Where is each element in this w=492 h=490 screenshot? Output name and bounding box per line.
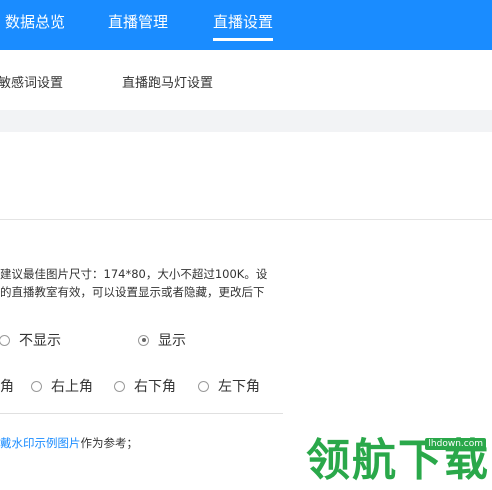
example-suffix: 作为参考； <box>80 436 139 450</box>
position-radio-group: 角 右上角 右下角 左下角 <box>0 375 492 397</box>
radio-option-label: 角 <box>0 379 14 395</box>
radio-option-label: 左下角 <box>218 379 260 395</box>
radio-option-label: 不显示 <box>19 333 61 349</box>
site-watermark-logo: 领航下载 lhdown.com <box>306 432 492 490</box>
radio-option-show[interactable]: 显示 <box>138 329 186 351</box>
radio-unchecked-icon[interactable] <box>198 380 209 392</box>
section-band <box>0 110 492 132</box>
tab-live-management[interactable]: 直播管理 <box>108 11 168 32</box>
subtab-sensitive-words[interactable]: 敏感词设置 <box>0 72 63 91</box>
radio-option-bottom-right[interactable]: 右下角 <box>114 375 176 397</box>
watermark-domain: lhdown.com <box>425 438 486 450</box>
display-radio-group: 不显示 显示 <box>0 329 492 351</box>
section-divider <box>0 219 492 220</box>
tab-live-settings[interactable]: 直播设置 <box>213 11 274 41</box>
radio-option-bottom-left[interactable]: 左下角 <box>198 375 260 397</box>
radio-option-label: 显示 <box>158 333 186 349</box>
form-divider <box>0 413 283 414</box>
radio-option-top-left[interactable]: 角 <box>0 375 14 397</box>
top-navigation-bar: 数据总览 直播管理 直播设置 <box>0 0 492 50</box>
radio-option-label: 右下角 <box>134 379 176 395</box>
radio-option-hide[interactable]: 不显示 <box>0 329 61 351</box>
watermark-example-link[interactable]: 戴水印示例图片 <box>0 436 81 450</box>
radio-option-top-right[interactable]: 右上角 <box>31 375 93 397</box>
radio-unchecked-icon[interactable] <box>0 334 10 346</box>
subtab-marquee-settings[interactable]: 直播跑马灯设置 <box>122 72 213 91</box>
radio-checked-icon[interactable] <box>138 334 149 346</box>
radio-option-label: 右上角 <box>51 379 93 395</box>
example-reference: 戴水印示例图片作为参考； <box>0 435 138 451</box>
radio-unchecked-icon[interactable] <box>31 380 42 392</box>
radio-unchecked-icon[interactable] <box>114 380 125 392</box>
display-scope-hint: 的直播教室有效，可以设置显示或者隐藏，更改后下 <box>0 285 265 299</box>
upload-size-hint: 建议最佳图片尺寸：174*80，大小不超过100K。设 <box>0 267 268 281</box>
tab-data-overview[interactable]: 数据总览 <box>5 11 65 32</box>
sub-navigation: 敏感词设置 直播跑马灯设置 <box>0 50 492 110</box>
